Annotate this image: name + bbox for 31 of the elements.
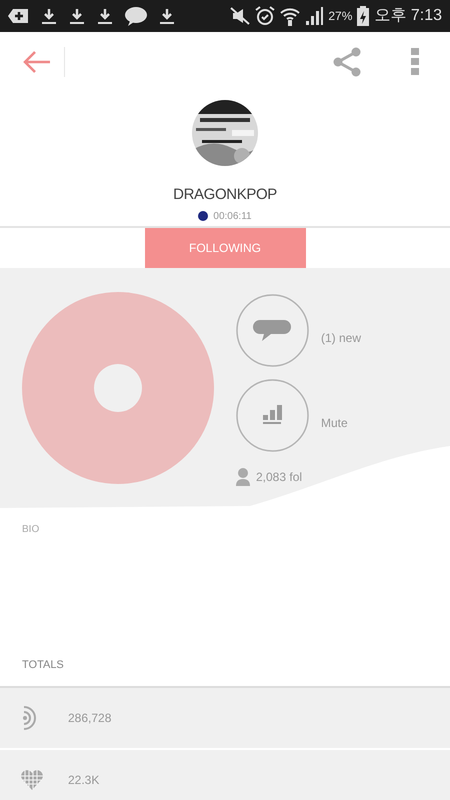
download-icon [96, 7, 114, 25]
username: DRAGONKPOP [173, 185, 277, 205]
plus-icon [8, 7, 30, 25]
more-icon[interactable] [410, 48, 420, 76]
share-icon[interactable] [332, 47, 362, 77]
action-label: Mute [321, 414, 348, 432]
total-value: 286,728 [68, 710, 112, 727]
download-icon [158, 7, 176, 25]
download-icon [68, 7, 86, 25]
mute-icon [230, 7, 250, 25]
battery-icon [357, 6, 370, 26]
wifi-icon [280, 6, 300, 26]
download-icon [40, 7, 58, 25]
speech-bubble-button[interactable] [236, 294, 309, 367]
heart-icon [20, 768, 44, 792]
total-value: 22.3K [68, 772, 100, 789]
bar-chart-button[interactable] [236, 379, 309, 452]
chat-bubble-icon [124, 6, 148, 26]
back-arrow-icon [22, 50, 52, 74]
alarm-icon [255, 6, 276, 26]
follower-count: 2,083 fol [256, 469, 302, 486]
section-heading: TOTALS [22, 658, 64, 674]
signal-icon [305, 7, 324, 25]
section-heading: BIO [22, 523, 40, 537]
action-label: (1) new [321, 330, 362, 346]
person-icon [236, 468, 250, 486]
clock: 오후 7:13 [374, 6, 442, 26]
duration-label: 00:06:11 [213, 210, 252, 224]
battery-percent: 27% [328, 8, 352, 25]
following-button[interactable]: FOLLOWING [144, 228, 306, 268]
status-dot-icon [198, 211, 208, 221]
